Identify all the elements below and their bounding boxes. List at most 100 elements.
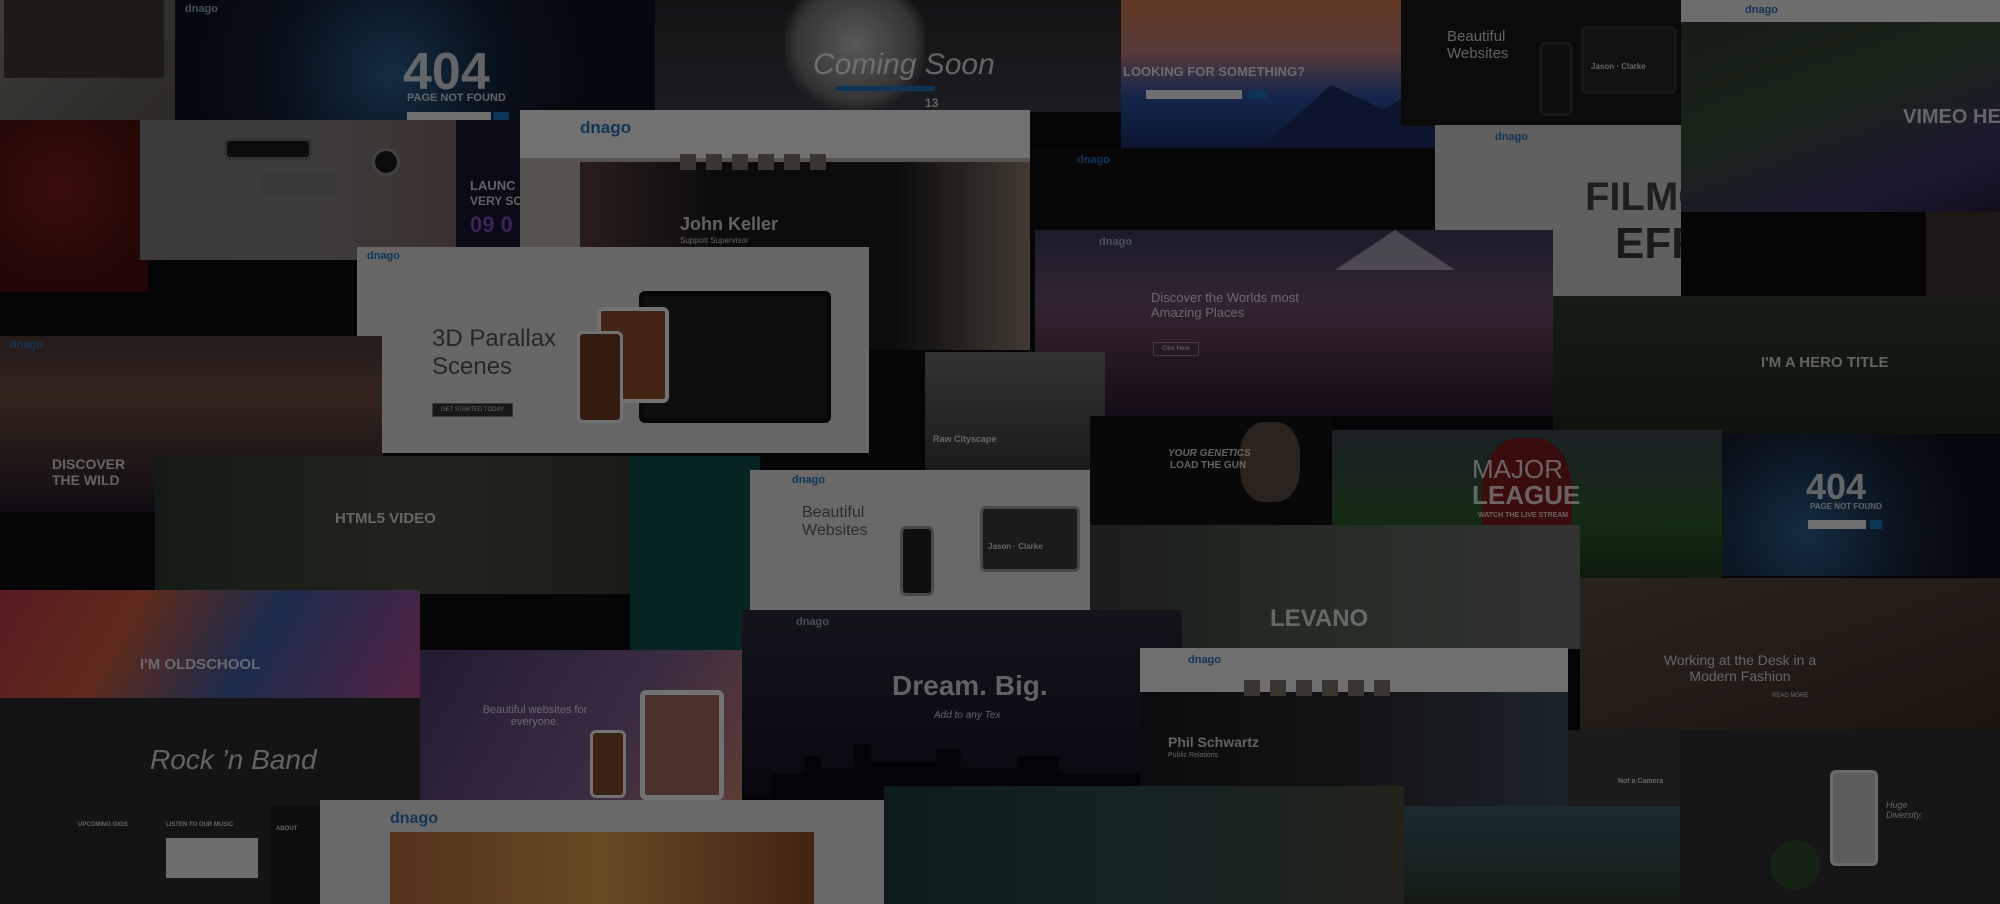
looking-search-input[interactable] <box>1146 90 1242 99</box>
coming-soon-count: 13 <box>925 96 939 110</box>
team-face-4 <box>758 154 774 170</box>
genetics-line1: YOUR GENETICS <box>1168 448 1251 459</box>
team-face-6 <box>810 154 826 170</box>
team-face-5 <box>784 154 800 170</box>
tile-vimeo: dnago VIMEO HE <box>1681 0 2000 212</box>
huge-title: Huge Diversity. <box>1886 800 1923 820</box>
tile-beautiful-mid: dnago Beautiful Websites Jason · Clarke <box>750 470 1090 610</box>
tile-discover-worlds: dnago Discover the Worlds most Amazing P… <box>1035 230 1553 416</box>
notfound-right-text: PAGE NOT FOUND <box>1810 502 1882 511</box>
phil-logo: dnago <box>1188 654 1221 666</box>
working-title: Working at the Desk in a Modern Fashion <box>1663 652 1817 684</box>
tile-palms <box>1404 806 1680 904</box>
vimeo-title: VIMEO HE <box>1903 106 2000 128</box>
major-sub: WATCH THE LIVE STREAM <box>1478 512 1569 519</box>
for-everyone-phone <box>590 730 626 798</box>
tile-coming-soon: Coming Soon 13 <box>655 0 1121 112</box>
discover-worlds-title: Discover the Worlds most Amazing Places <box>1151 290 1299 320</box>
desk-monitor <box>224 138 312 160</box>
tile-hero-title: I'M A HERO TITLE <box>1553 296 2000 434</box>
tile-about: ABOUT <box>270 806 320 904</box>
tile-404-top-nav: dnago <box>175 0 655 18</box>
major-line2: LEAGUE <box>1472 480 1581 510</box>
logo: dnago <box>185 3 218 15</box>
tile-dark-nav: dnago <box>1031 148 1435 240</box>
tile-404-right: 404 PAGE NOT FOUND <box>1722 434 2000 576</box>
hero-title-text: I'M A HERO TITLE <box>1761 354 1889 371</box>
film-logo: dnago <box>1495 131 1528 143</box>
tile-huge: Huge Diversity. <box>1680 730 2000 904</box>
phil-face-3 <box>1296 680 1312 696</box>
notfound-right-search-button[interactable] <box>1870 520 1882 529</box>
notfound-top-text: PAGE NOT FOUND <box>407 92 506 104</box>
beautiful-mid-logo: dnago <box>792 474 825 486</box>
team-face-3 <box>732 154 748 170</box>
phil-face-2 <box>1270 680 1286 696</box>
dream-logo: dnago <box>796 616 829 628</box>
phil-name: Phil Schwartz <box>1168 734 1260 750</box>
tile-red <box>0 120 148 292</box>
tile-blog-card <box>0 0 175 120</box>
camera-title: Not a Camera <box>1618 778 1664 785</box>
john-role: Support Supervisor <box>680 236 749 245</box>
tile-desk <box>140 120 456 260</box>
discover-wild-logo: dnago <box>10 339 43 351</box>
parallax-nav: dnago <box>357 247 869 265</box>
looking-search-button[interactable] <box>1249 90 1267 99</box>
parallax-button[interactable]: GET STARTED TODAY <box>432 403 514 417</box>
tile-parallax: dnago 3D Parallax Scenes GET STARTED TOD… <box>357 247 869 453</box>
launch-line1: LAUNC <box>470 178 516 193</box>
levano-title: LEVANO <box>1270 605 1369 632</box>
parallax-title: 3D Parallax Scenes <box>432 325 557 380</box>
phil-face-5 <box>1348 680 1364 696</box>
discover-worlds-button[interactable]: Click Here <box>1153 342 1199 356</box>
beautiful-top-laptop <box>1581 26 1677 94</box>
team-face-2 <box>706 154 722 170</box>
dark-nav-logo: dnago <box>1077 154 1110 166</box>
raw-city-title: Raw Cityscape <box>933 434 997 444</box>
listen-title: LISTEN TO OUR MUSIC <box>166 822 234 828</box>
tile-camera: Not a Camera <box>1568 730 1680 810</box>
discover-worlds-logo: dnago <box>1099 236 1132 248</box>
coming-soon-title: Coming Soon <box>813 48 995 81</box>
tile-working: Working at the Desk in a Modern Fashion … <box>1580 578 2000 730</box>
beautiful-mid-laptop <box>980 506 1080 572</box>
about-title: ABOUT <box>276 826 298 832</box>
phil-face-4 <box>1322 680 1338 696</box>
launch-num: 09 0 <box>470 212 513 237</box>
film-line2: EFFECT <box>1615 219 1681 268</box>
launch-line2: VERY SC <box>470 194 523 208</box>
notfound-right-search-input[interactable] <box>1808 520 1866 529</box>
for-everyone-tablet <box>640 690 724 800</box>
rock-title: Rock ’n Band <box>150 744 317 775</box>
working-button[interactable]: READ MORE <box>1764 690 1816 702</box>
beautiful-top-person: Jason · Clarke <box>1591 62 1646 71</box>
tile-beautiful-top: Beautiful Websites Jason · Clarke <box>1401 0 1681 126</box>
beautiful-top-phone <box>1539 42 1573 116</box>
team-logo: dnago <box>580 118 631 137</box>
tile-teal <box>630 456 760 656</box>
tile-for-everyone: Beautiful websites for everyone. <box>420 650 742 804</box>
tile-cafe: ES <box>884 786 1404 904</box>
beautiful-mid-person: Jason · Clarke <box>988 542 1043 551</box>
genetics-line2: LOAD THE GUN <box>1170 460 1247 471</box>
looking-title: LOOKING FOR SOMETHING? <box>1123 64 1305 79</box>
phil-face-1 <box>1244 680 1260 696</box>
for-everyone-title: Beautiful websites for everyone. <box>482 704 588 728</box>
phil-role: Public Relations <box>1168 752 1219 759</box>
tile-oldschool: I'M OLDSCHOOL <box>0 590 420 698</box>
tile-hand <box>1926 212 2000 298</box>
tile-404-top: dnago 404 PAGE NOT FOUND <box>175 0 655 122</box>
dream-title: Dream. Big. <box>892 670 1048 701</box>
huge-phone <box>1830 770 1878 866</box>
dream-script: Add to any Tex <box>934 710 1001 721</box>
beautiful-top-title: Beautiful Websites <box>1447 28 1509 62</box>
beautiful-mid-title: Beautiful Websites <box>802 504 868 539</box>
tile-dream: dnago Dream. Big. Add to any Tex <box>742 610 1182 798</box>
parallax-logo: dnago <box>367 250 400 262</box>
discover-wild-title: DISCOVER THE WILD <box>52 456 126 488</box>
tile-raw-city: Raw Cityscape <box>925 352 1105 470</box>
upcoming-title: UPCOMING GIGS <box>78 822 128 828</box>
team-face-1 <box>680 154 696 170</box>
shop-logo: dnago <box>390 810 438 827</box>
